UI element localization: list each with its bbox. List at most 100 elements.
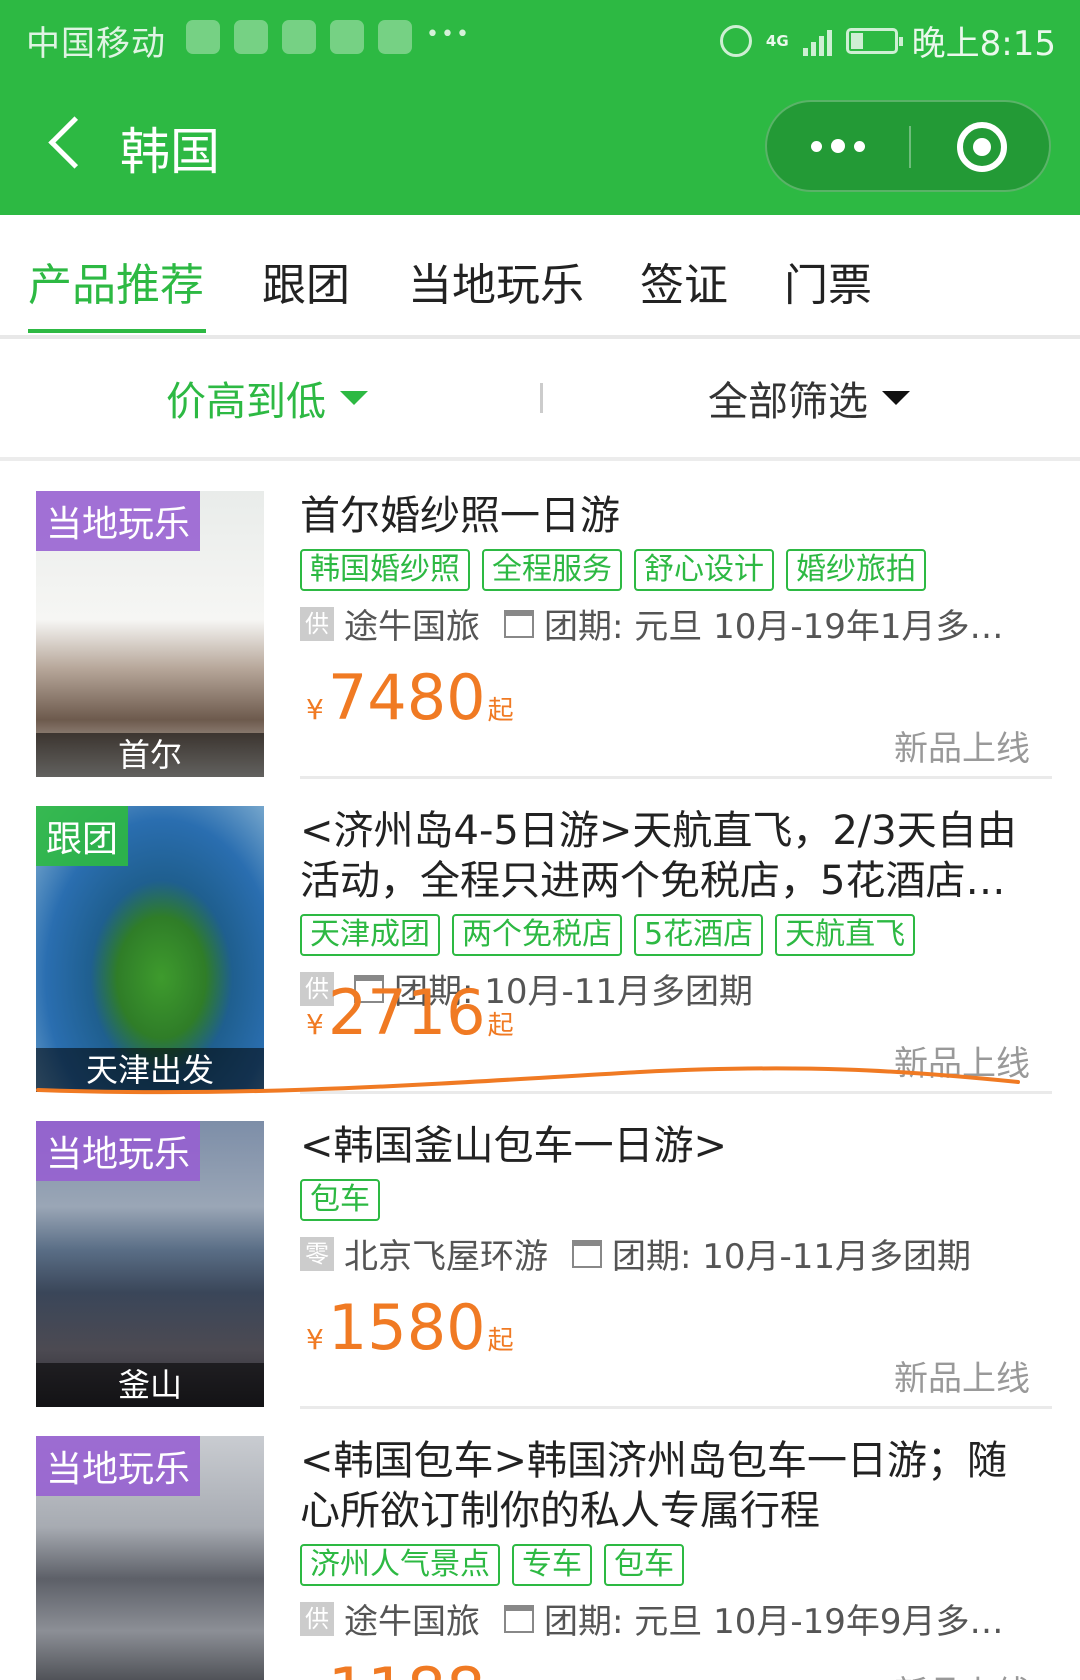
tab-tickets[interactable]: 门票 [784, 249, 872, 313]
card-divider [300, 1406, 1052, 1409]
sina-icon [186, 20, 220, 54]
feature-chip: 包车 [604, 1544, 684, 1586]
price-value: 7480 [327, 661, 486, 734]
new-product-label: 新品上线 [894, 729, 1030, 769]
feature-chip: 天航直飞 [775, 914, 916, 956]
product-title: <韩国包车>韩国济州岛包车一日游；随心所欲订制你的私人专属行程 [300, 1438, 1008, 1534]
product-card[interactable]: 跟团 天津出发 <济州岛4-5日游>天航直飞，2/3天自由活动，全程只进两个免税… [0, 780, 1080, 1095]
close-miniprogram-button[interactable] [957, 122, 1007, 172]
type-tag: 跟团 [36, 806, 129, 866]
feature-chip: 两个免税店 [452, 914, 622, 956]
product-thumbnail: 当地玩乐 首尔 [36, 491, 264, 777]
feature-chip: 舒心设计 [634, 549, 774, 591]
product-title: 首尔婚纱照一日游 [300, 493, 620, 539]
battery-icon [845, 27, 903, 54]
feature-chip: 5花酒店 [634, 914, 764, 956]
feature-chips: 济州人气景点 专车 包车 [300, 1544, 1050, 1586]
clock: 晚上8:15 [911, 24, 1056, 64]
tab-recommended[interactable]: 产品推荐 [28, 249, 204, 313]
supplier-badge: 供 [300, 1601, 334, 1636]
all-filters-dropdown[interactable]: 全部筛选 [708, 369, 910, 427]
product-meta: 供 途牛国旅 团期: 元旦 10月-19年9月多… [300, 1594, 1050, 1643]
currency-symbol: ¥ [306, 1323, 324, 1356]
supplier-name: 途牛国旅 [344, 1602, 480, 1642]
price: ¥ 7480 起 [306, 661, 514, 734]
city-label: 首尔 [36, 733, 264, 777]
product-title: <韩国釜山包车一日游> [300, 1123, 728, 1169]
caret-down-icon [882, 391, 910, 405]
city-label: 釜山 [36, 1363, 264, 1407]
product-info: <韩国包车>韩国济州岛包车一日游；随心所欲订制你的私人专属行程 济州人气景点 专… [300, 1436, 1050, 1643]
schedule-text: 团期: 元旦 10月-19年9月多… [544, 1602, 1004, 1642]
supplier-badge: 零 [300, 1236, 334, 1271]
product-info: <韩国釜山包车一日游> 包车 零 北京飞屋环游 团期: 10月-11月多团期 [300, 1121, 1050, 1278]
currency-symbol: ¥ [306, 1008, 324, 1041]
caret-down-icon [340, 391, 368, 405]
price-suffix: 起 [487, 696, 514, 726]
new-product-label: 新品上线 [894, 1666, 1030, 1680]
new-product-label: 新品上线 [894, 1359, 1030, 1399]
network-type: 4G [765, 31, 789, 50]
price-suffix: 起 [487, 1011, 514, 1041]
feature-chip: 专车 [512, 1544, 592, 1586]
active-tab-indicator [28, 329, 206, 333]
video-app-icon [234, 20, 268, 54]
tab-group-tour[interactable]: 跟团 [262, 249, 350, 313]
calendar-icon [572, 1239, 602, 1268]
feature-chip: 天津成团 [300, 914, 440, 956]
price-suffix: 起 [487, 1326, 514, 1356]
calendar-icon [504, 609, 534, 638]
supplier-name: 途牛国旅 [344, 607, 480, 647]
page-title: 韩国 [120, 123, 220, 181]
product-thumbnail: 跟团 天津出发 [36, 806, 264, 1092]
top-bar: 中国移动 ••• 4G 晚上8:15 韩国 [0, 0, 1080, 215]
feature-chips: 韩国婚纱照 全程服务 舒心设计 婚纱旅拍 [300, 549, 1050, 591]
nav-bar: 韩国 [0, 86, 1080, 206]
product-card[interactable]: 当地玩乐 <韩国包车>韩国济州岛包车一日游；随心所欲订制你的私人专属行程 济州人… [0, 1410, 1080, 1680]
category-tabs: 产品推荐 跟团 当地玩乐 签证 门票 [0, 215, 1080, 339]
feature-chip: 韩国婚纱照 [300, 549, 470, 591]
carrier-label: 中国移动 [26, 24, 166, 64]
product-card[interactable]: 当地玩乐 釜山 <韩国釜山包车一日游> 包车 零 北京飞屋环游 团期: 10月-… [0, 1095, 1080, 1410]
card-divider [300, 1091, 1052, 1094]
supplier-name: 北京飞屋环游 [344, 1237, 548, 1277]
price-value: 1188 [328, 1654, 486, 1680]
type-tag: 当地玩乐 [36, 1436, 201, 1496]
product-title: <济州岛4-5日游>天航直飞，2/3天自由活动，全程只进两个免税店，5花酒店… [300, 808, 1017, 904]
tab-visa[interactable]: 签证 [640, 249, 728, 313]
filter-label: 全部筛选 [708, 379, 868, 425]
more-menu-button[interactable] [767, 102, 909, 190]
filter-bar: 价高到低 全部筛选 [0, 339, 1080, 461]
price: ¥ 2716 起 [306, 976, 514, 1049]
notification-icons: ••• [186, 20, 471, 54]
product-thumbnail: 当地玩乐 釜山 [36, 1121, 264, 1407]
more-notifications-icon: ••• [426, 22, 471, 47]
new-product-label: 新品上线 [894, 1044, 1030, 1084]
tab-local-fun[interactable]: 当地玩乐 [408, 249, 584, 313]
capsule-divider [909, 126, 911, 168]
calendar-icon [504, 1604, 534, 1633]
card-divider [300, 776, 1052, 779]
signal-icon [802, 26, 832, 56]
back-button[interactable] [40, 112, 96, 178]
miniprogram-capsule [765, 100, 1051, 192]
feature-chip: 全程服务 [482, 549, 622, 591]
app-icon [282, 20, 316, 54]
sort-dropdown[interactable]: 价高到低 [166, 369, 368, 427]
supplier-badge: 供 [300, 606, 334, 641]
sort-label: 价高到低 [166, 379, 326, 425]
schedule-text: 团期: 10月-11月多团期 [612, 1237, 972, 1277]
feature-chip: 婚纱旅拍 [786, 549, 926, 591]
price: ¥ 1188 起 [306, 1654, 514, 1680]
product-info: 首尔婚纱照一日游 韩国婚纱照 全程服务 舒心设计 婚纱旅拍 供 途牛国旅 团期:… [300, 491, 1050, 648]
price: ¥ 1580 起 [306, 1291, 514, 1364]
feature-chip: 济州人气景点 [300, 1544, 500, 1586]
product-meta: 供 途牛国旅 团期: 元旦 10月-19年1月多… [300, 599, 1050, 648]
status-bar: 中国移动 ••• 4G 晚上8:15 [0, 0, 1080, 76]
alarm-icon [719, 24, 752, 57]
feature-chips: 天津成团 两个免税店 5花酒店 天航直飞 [300, 914, 1050, 956]
type-tag: 当地玩乐 [36, 1121, 201, 1181]
weibo-icon [330, 20, 364, 54]
feature-chips: 包车 [300, 1179, 1050, 1221]
product-card[interactable]: 当地玩乐 首尔 首尔婚纱照一日游 韩国婚纱照 全程服务 舒心设计 婚纱旅拍 供 … [0, 465, 1080, 780]
